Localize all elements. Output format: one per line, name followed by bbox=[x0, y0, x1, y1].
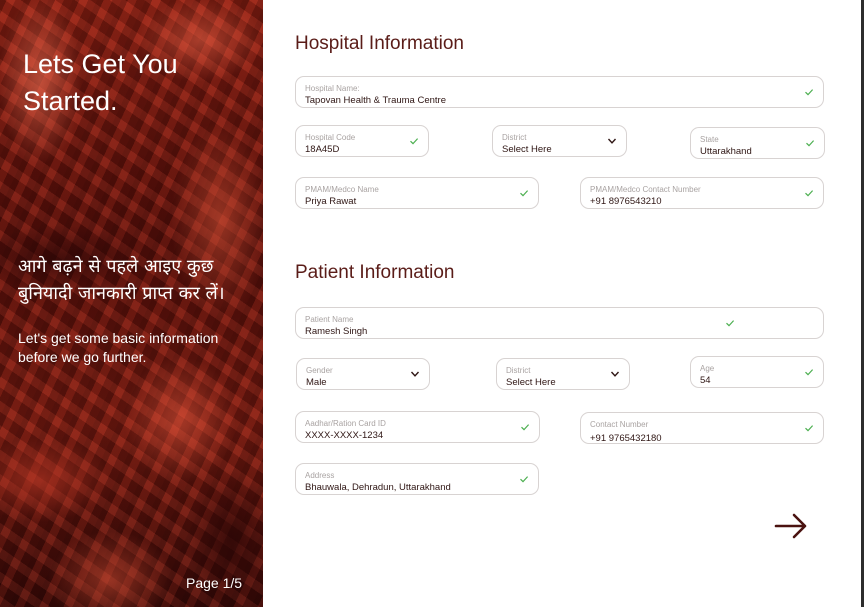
check-icon bbox=[805, 89, 814, 96]
chevron-down-icon bbox=[607, 138, 617, 144]
hospital-name-label: Hospital Name: bbox=[305, 84, 360, 93]
patient-name-value: Ramesh Singh bbox=[305, 326, 368, 337]
hospital-code-label: Hospital Code bbox=[305, 133, 356, 142]
sidebar-title: Lets Get You Started. bbox=[23, 49, 178, 116]
pmam-contact-label: PMAM/Medco Contact Number bbox=[590, 185, 701, 194]
address-label: Address bbox=[305, 471, 335, 480]
check-icon bbox=[520, 476, 529, 483]
address-value: Bhauwala, Dehradun, Uttarakhand bbox=[305, 482, 451, 493]
pmam-name-label: PMAM/Medco Name bbox=[305, 185, 379, 194]
chevron-down-icon bbox=[610, 371, 620, 377]
hospital-district-label: District bbox=[502, 133, 527, 142]
patient-name-field[interactable]: Patient Name Ramesh Singh bbox=[295, 307, 824, 339]
check-icon bbox=[805, 425, 814, 432]
hospital-name-value: Tapovan Health & Trauma Centre bbox=[305, 95, 446, 106]
patient-section-title: Patient Information bbox=[295, 262, 455, 283]
page-indicator: Page 1/5 bbox=[186, 575, 243, 591]
hospital-district-select[interactable]: District Select Here bbox=[492, 125, 627, 157]
gender-select[interactable]: Gender Male bbox=[296, 358, 430, 390]
sidebar-panel: Lets Get You Started. आगे बढ़ने से पहले … bbox=[0, 0, 263, 607]
patient-name-label: Patient Name bbox=[305, 315, 354, 324]
sidebar-subtitle: Let's get some basic information before … bbox=[18, 330, 219, 365]
pmam-contact-field[interactable]: PMAM/Medco Contact Number +91 8976543210 bbox=[580, 177, 824, 209]
patient-contact-field[interactable]: Contact Number +91 9765432180 bbox=[580, 412, 824, 444]
check-icon bbox=[805, 369, 814, 376]
aadhar-field[interactable]: Aadhar/Ration Card ID XXXX-XXXX-1234 bbox=[295, 411, 540, 443]
check-icon bbox=[805, 190, 814, 197]
patient-district-value: Select Here bbox=[506, 377, 556, 388]
arrow-right-icon[interactable] bbox=[773, 512, 809, 540]
hospital-district-value: Select Here bbox=[502, 144, 552, 155]
gender-label: Gender bbox=[306, 366, 333, 375]
aadhar-value: XXXX-XXXX-1234 bbox=[305, 430, 384, 441]
patient-district-select[interactable]: District Select Here bbox=[496, 358, 630, 390]
pmam-name-value: Priya Rawat bbox=[305, 196, 357, 207]
check-icon bbox=[806, 140, 815, 147]
age-label: Age bbox=[700, 364, 715, 373]
hospital-code-field[interactable]: Hospital Code 18A45D bbox=[295, 125, 429, 157]
age-value: 54 bbox=[700, 375, 711, 386]
hospital-state-label: State bbox=[700, 135, 719, 144]
aadhar-label: Aadhar/Ration Card ID bbox=[305, 419, 386, 428]
check-icon bbox=[726, 320, 735, 327]
pmam-contact-value: +91 8976543210 bbox=[590, 196, 662, 207]
address-field[interactable]: Address Bhauwala, Dehradun, Uttarakhand bbox=[295, 463, 539, 495]
patient-district-label: District bbox=[506, 366, 531, 375]
check-icon bbox=[410, 138, 419, 145]
hospital-state-value: Uttarakhand bbox=[700, 146, 752, 157]
gender-value: Male bbox=[306, 377, 327, 388]
pmam-name-field[interactable]: PMAM/Medco Name Priya Rawat bbox=[295, 177, 539, 209]
sidebar-hindi-text: आगे बढ़ने से पहले आइए कुछ बुनियादी जानका… bbox=[18, 256, 225, 304]
check-icon bbox=[521, 424, 530, 431]
patient-contact-value: +91 9765432180 bbox=[590, 433, 662, 444]
hospital-code-value: 18A45D bbox=[305, 144, 340, 155]
hospital-name-field[interactable]: Hospital Name: Tapovan Health & Trauma C… bbox=[295, 76, 824, 108]
check-icon bbox=[520, 190, 529, 197]
patient-contact-label: Contact Number bbox=[590, 420, 649, 429]
hospital-section-title: Hospital Information bbox=[295, 33, 464, 54]
age-field[interactable]: Age 54 bbox=[690, 356, 824, 388]
chevron-down-icon bbox=[410, 371, 420, 377]
hospital-state-field[interactable]: State Uttarakhand bbox=[690, 127, 825, 159]
